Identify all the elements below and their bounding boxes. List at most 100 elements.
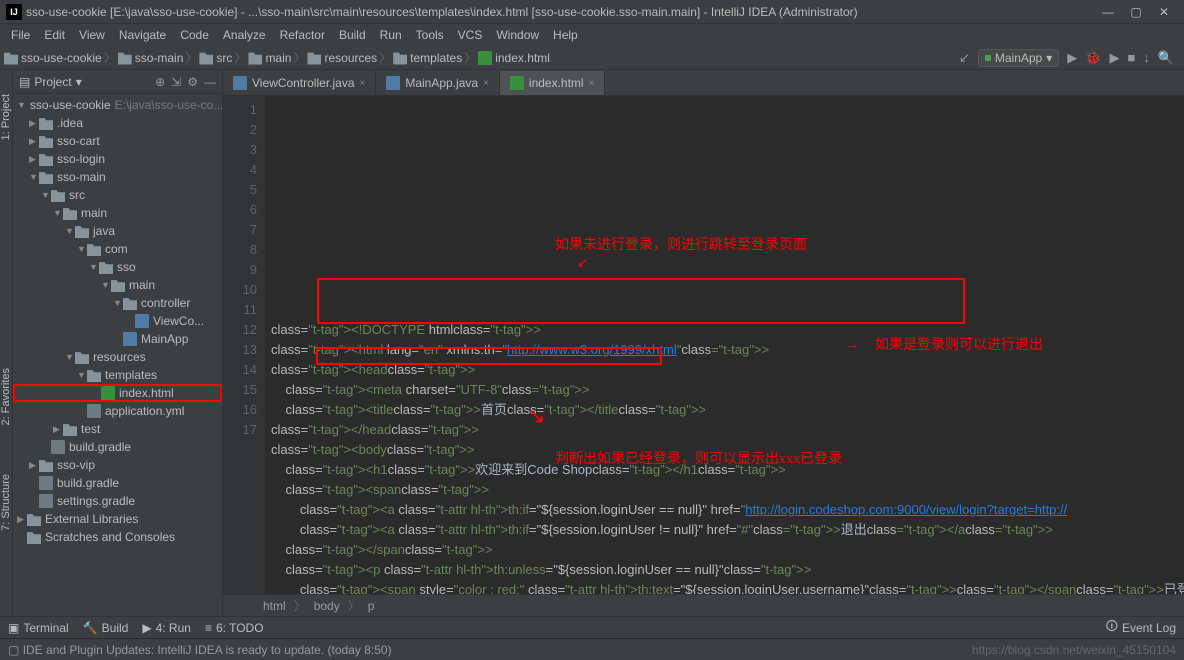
gear-icon[interactable]: ⚙ bbox=[187, 75, 198, 89]
tree-item[interactable]: settings.gradle bbox=[13, 492, 222, 510]
code-line[interactable]: class="t-tag"><!DOCTYPE htmlclass="t-tag… bbox=[271, 320, 1184, 340]
menu-run[interactable]: Run bbox=[373, 28, 409, 42]
tree-item[interactable]: ▼java bbox=[13, 222, 222, 240]
tool-terminal[interactable]: ▣ Terminal bbox=[8, 621, 69, 635]
tree-item[interactable]: ▼controller bbox=[13, 294, 222, 312]
tree-item[interactable]: ▶sso-login bbox=[13, 150, 222, 168]
breadcrumb-item[interactable]: sso-main bbox=[118, 51, 184, 65]
expand-arrow-icon[interactable]: ▶ bbox=[17, 514, 27, 525]
menu-navigate[interactable]: Navigate bbox=[112, 28, 173, 42]
menu-window[interactable]: Window bbox=[489, 28, 546, 42]
chevron-down-icon[interactable]: ▾ bbox=[76, 75, 82, 89]
tab-favorites[interactable]: 2: Favorites bbox=[0, 364, 12, 429]
breadcrumb-item[interactable]: sso-use-cookie bbox=[4, 51, 102, 65]
code-line[interactable]: class="t-tag"></headclass="t-tag">> bbox=[271, 420, 1184, 440]
expand-arrow-icon[interactable]: ▼ bbox=[101, 280, 111, 290]
expand-arrow-icon[interactable]: ▼ bbox=[89, 262, 99, 272]
tree-item[interactable]: ▼templates bbox=[13, 366, 222, 384]
menu-file[interactable]: File bbox=[4, 28, 37, 42]
code-content[interactable]: 如果未进行登录，则进行跳转至登录页面 ↙ 如果是登录则可以进行退出 → 判断出如… bbox=[265, 96, 1184, 594]
minimize-button[interactable]: — bbox=[1094, 5, 1122, 19]
tree-item[interactable]: ▶External Libraries bbox=[13, 510, 222, 528]
breadcrumb-item[interactable]: index.html bbox=[478, 51, 550, 65]
code-line[interactable]: class="t-tag"><span style="color : red;"… bbox=[271, 580, 1184, 594]
code-line[interactable]: class="t-tag"><html lang="en" xmlns:th="… bbox=[271, 340, 1184, 360]
menu-vcs[interactable]: VCS bbox=[451, 28, 490, 42]
breadcrumb-item[interactable]: resources bbox=[307, 51, 377, 65]
tree-item[interactable]: ▼src bbox=[13, 186, 222, 204]
close-tab-icon[interactable]: × bbox=[360, 78, 366, 89]
menu-edit[interactable]: Edit bbox=[37, 28, 72, 42]
trail-item[interactable]: body bbox=[314, 599, 340, 613]
expand-arrow-icon[interactable]: ▶ bbox=[29, 460, 39, 471]
tool-run[interactable]: ▶ 4: Run bbox=[142, 621, 191, 635]
expand-arrow-icon[interactable]: ▼ bbox=[77, 370, 87, 380]
expand-arrow-icon[interactable]: ▶ bbox=[53, 424, 63, 435]
breadcrumb-item[interactable]: src bbox=[199, 51, 232, 65]
trail-item[interactable]: p bbox=[368, 599, 375, 613]
editor-tab[interactable]: MainApp.java× bbox=[376, 71, 500, 95]
code-line[interactable]: class="t-tag"><a class="t-attr hl-th">th… bbox=[271, 500, 1184, 520]
tree-item[interactable]: ▼sso-main bbox=[13, 168, 222, 186]
tree-item[interactable]: ▶test bbox=[13, 420, 222, 438]
expand-arrow-icon[interactable]: ▼ bbox=[17, 100, 26, 110]
expand-arrow-icon[interactable]: ▼ bbox=[113, 298, 123, 308]
editor-tab[interactable]: ViewController.java× bbox=[223, 71, 376, 95]
tree-item[interactable]: ▶.idea bbox=[13, 114, 222, 132]
expand-arrow-icon[interactable]: ▶ bbox=[29, 136, 39, 147]
stop-button[interactable]: ■ bbox=[1127, 50, 1135, 65]
tree-item[interactable]: index.html bbox=[13, 384, 222, 402]
tree-item[interactable]: application.yml bbox=[13, 402, 222, 420]
code-line[interactable]: class="t-tag"></spanclass="t-tag">> bbox=[271, 540, 1184, 560]
tool-todo[interactable]: ≡ 6: TODO bbox=[205, 621, 264, 635]
tree-item[interactable]: ▶sso-vip bbox=[13, 456, 222, 474]
hide-icon[interactable]: — bbox=[204, 75, 216, 89]
run-button[interactable]: ▶ bbox=[1067, 50, 1077, 66]
expand-arrow-icon[interactable]: ▼ bbox=[77, 244, 87, 254]
expand-arrow-icon[interactable]: ▼ bbox=[65, 352, 75, 362]
locate-icon[interactable]: ⊕ bbox=[155, 75, 165, 89]
tree-item[interactable]: Scratches and Consoles bbox=[13, 528, 222, 546]
tree-item[interactable]: ▶sso-cart bbox=[13, 132, 222, 150]
code-line[interactable]: class="t-tag"><p class="t-attr hl-th">th… bbox=[271, 560, 1184, 580]
build-icon[interactable]: ↙ bbox=[959, 50, 970, 66]
coverage-button[interactable]: ▶ bbox=[1109, 50, 1119, 66]
tree-item[interactable]: ▼main bbox=[13, 276, 222, 294]
tree-item[interactable]: MainApp bbox=[13, 330, 222, 348]
close-tab-icon[interactable]: × bbox=[589, 78, 595, 89]
menu-help[interactable]: Help bbox=[546, 28, 585, 42]
collapse-icon[interactable]: ⇲ bbox=[171, 75, 181, 89]
menu-build[interactable]: Build bbox=[332, 28, 373, 42]
debug-button[interactable]: 🐞 bbox=[1085, 50, 1101, 66]
run-config-selector[interactable]: MainApp ▾ bbox=[978, 49, 1059, 67]
trail-item[interactable]: html bbox=[263, 599, 286, 613]
tree-item[interactable]: build.gradle bbox=[13, 438, 222, 456]
tab-structure[interactable]: 7: Structure bbox=[0, 470, 12, 535]
search-icon[interactable]: 🔍 bbox=[1158, 50, 1174, 66]
code-line[interactable]: class="t-tag"><meta charset="UTF-8"class… bbox=[271, 380, 1184, 400]
menu-view[interactable]: View bbox=[72, 28, 112, 42]
code-editor[interactable]: 1234567891011121314151617 如果未进行登录，则进行跳转至… bbox=[223, 96, 1184, 594]
expand-arrow-icon[interactable]: ▶ bbox=[29, 154, 39, 165]
expand-arrow-icon[interactable]: ▼ bbox=[65, 226, 75, 236]
breadcrumb-item[interactable]: main bbox=[248, 51, 291, 65]
expand-arrow-icon[interactable]: ▼ bbox=[41, 190, 51, 200]
expand-arrow-icon[interactable]: ▶ bbox=[29, 118, 39, 129]
editor-tab[interactable]: index.html× bbox=[500, 71, 606, 95]
tree-item[interactable]: ▼sso-use-cookieE:\java\sso-use-co... bbox=[13, 96, 222, 114]
menu-refactor[interactable]: Refactor bbox=[273, 28, 332, 42]
code-line[interactable]: class="t-tag"><a class="t-attr hl-th">th… bbox=[271, 520, 1184, 540]
breadcrumb-item[interactable]: templates bbox=[393, 51, 462, 65]
close-tab-icon[interactable]: × bbox=[483, 78, 489, 89]
tree-item[interactable]: ▼main bbox=[13, 204, 222, 222]
menu-code[interactable]: Code bbox=[173, 28, 216, 42]
expand-arrow-icon[interactable]: ▼ bbox=[29, 172, 39, 182]
update-button[interactable]: ↓ bbox=[1143, 50, 1150, 65]
expand-arrow-icon[interactable]: ▼ bbox=[53, 208, 63, 218]
tool-eventlog[interactable]: 🛈 Event Log bbox=[1106, 617, 1176, 638]
menu-tools[interactable]: Tools bbox=[409, 28, 451, 42]
tree-item[interactable]: ▼resources bbox=[13, 348, 222, 366]
tree-item[interactable]: build.gradle bbox=[13, 474, 222, 492]
menu-analyze[interactable]: Analyze bbox=[216, 28, 273, 42]
project-tree[interactable]: ▼sso-use-cookieE:\java\sso-use-co...▶.id… bbox=[13, 94, 222, 616]
